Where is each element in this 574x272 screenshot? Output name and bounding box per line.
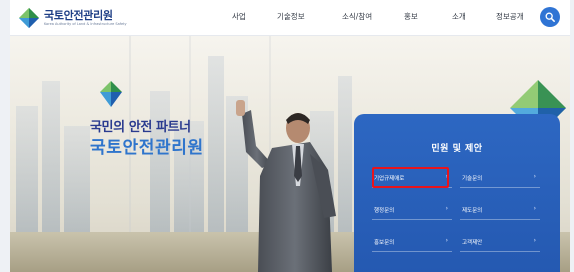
nav-item-tech-info[interactable]: 기술정보 xyxy=(277,11,305,22)
petition-panel: 민원 및 제안 기업규제애로 › 기술문의 › 행정문의 › 제도문의 › 홍보… xyxy=(354,114,560,272)
panel-item-tech-inquiry[interactable]: 기술문의 › xyxy=(460,170,540,188)
panel-item-customer-proposal[interactable]: 고객제안 › xyxy=(460,234,540,252)
panel-item-pr-inquiry[interactable]: 홍보문의 › xyxy=(372,234,452,252)
panel-item-label: 고객제안 xyxy=(462,240,483,246)
site-header: 국토안전관리원 Korea Authority of Land & Infras… xyxy=(10,0,570,36)
hero-banner: 국민의 안전 파트너 국토안전관리원 민원 및 제안 기업규제애로 › 기술문의… xyxy=(10,36,570,272)
panel-item-label: 기업규제애로 xyxy=(374,176,405,182)
panel-item-admin-inquiry[interactable]: 행정문의 › xyxy=(372,202,452,220)
search-button[interactable] xyxy=(540,7,560,27)
chevron-right-icon: › xyxy=(445,205,448,212)
chevron-right-icon: › xyxy=(445,237,448,244)
panel-title: 민원 및 제안 xyxy=(431,144,483,154)
panel-item-label: 행정문의 xyxy=(374,208,395,214)
panel-item-label: 제도문의 xyxy=(462,208,483,214)
brand-mark-icon xyxy=(100,81,122,107)
chevron-right-icon: › xyxy=(533,205,536,212)
panel-item-label: 기술문의 xyxy=(462,176,483,182)
nav-item-disclosure[interactable]: 정보공개 xyxy=(496,11,524,22)
nav-item-news[interactable]: 소식/참여 xyxy=(342,11,372,22)
logo-name: 국토안전관리원 xyxy=(44,8,113,22)
browser-viewport: 국토안전관리원 Korea Authority of Land & Infras… xyxy=(0,0,574,272)
chevron-right-icon: › xyxy=(533,237,536,244)
chevron-right-icon: › xyxy=(533,173,536,180)
panel-item-system-inquiry[interactable]: 제도문의 › xyxy=(460,202,540,220)
panel-item-regulation[interactable]: 기업규제애로 › xyxy=(372,170,452,188)
logo-mark-icon xyxy=(18,7,40,29)
hero-org-name: 국토안전관리원 xyxy=(90,138,204,158)
nav-item-business[interactable]: 사업 xyxy=(232,11,246,22)
nav-item-about[interactable]: 소개 xyxy=(452,11,466,22)
nav-item-pr[interactable]: 홍보 xyxy=(404,11,418,22)
search-icon xyxy=(545,12,555,22)
chevron-right-icon: › xyxy=(445,173,448,180)
panel-item-label: 홍보문의 xyxy=(374,240,395,246)
site-logo[interactable]: 국토안전관리원 Korea Authority of Land & Infras… xyxy=(18,6,127,30)
logo-subtitle: Korea Authority of Land & Infrastructure… xyxy=(44,21,127,26)
